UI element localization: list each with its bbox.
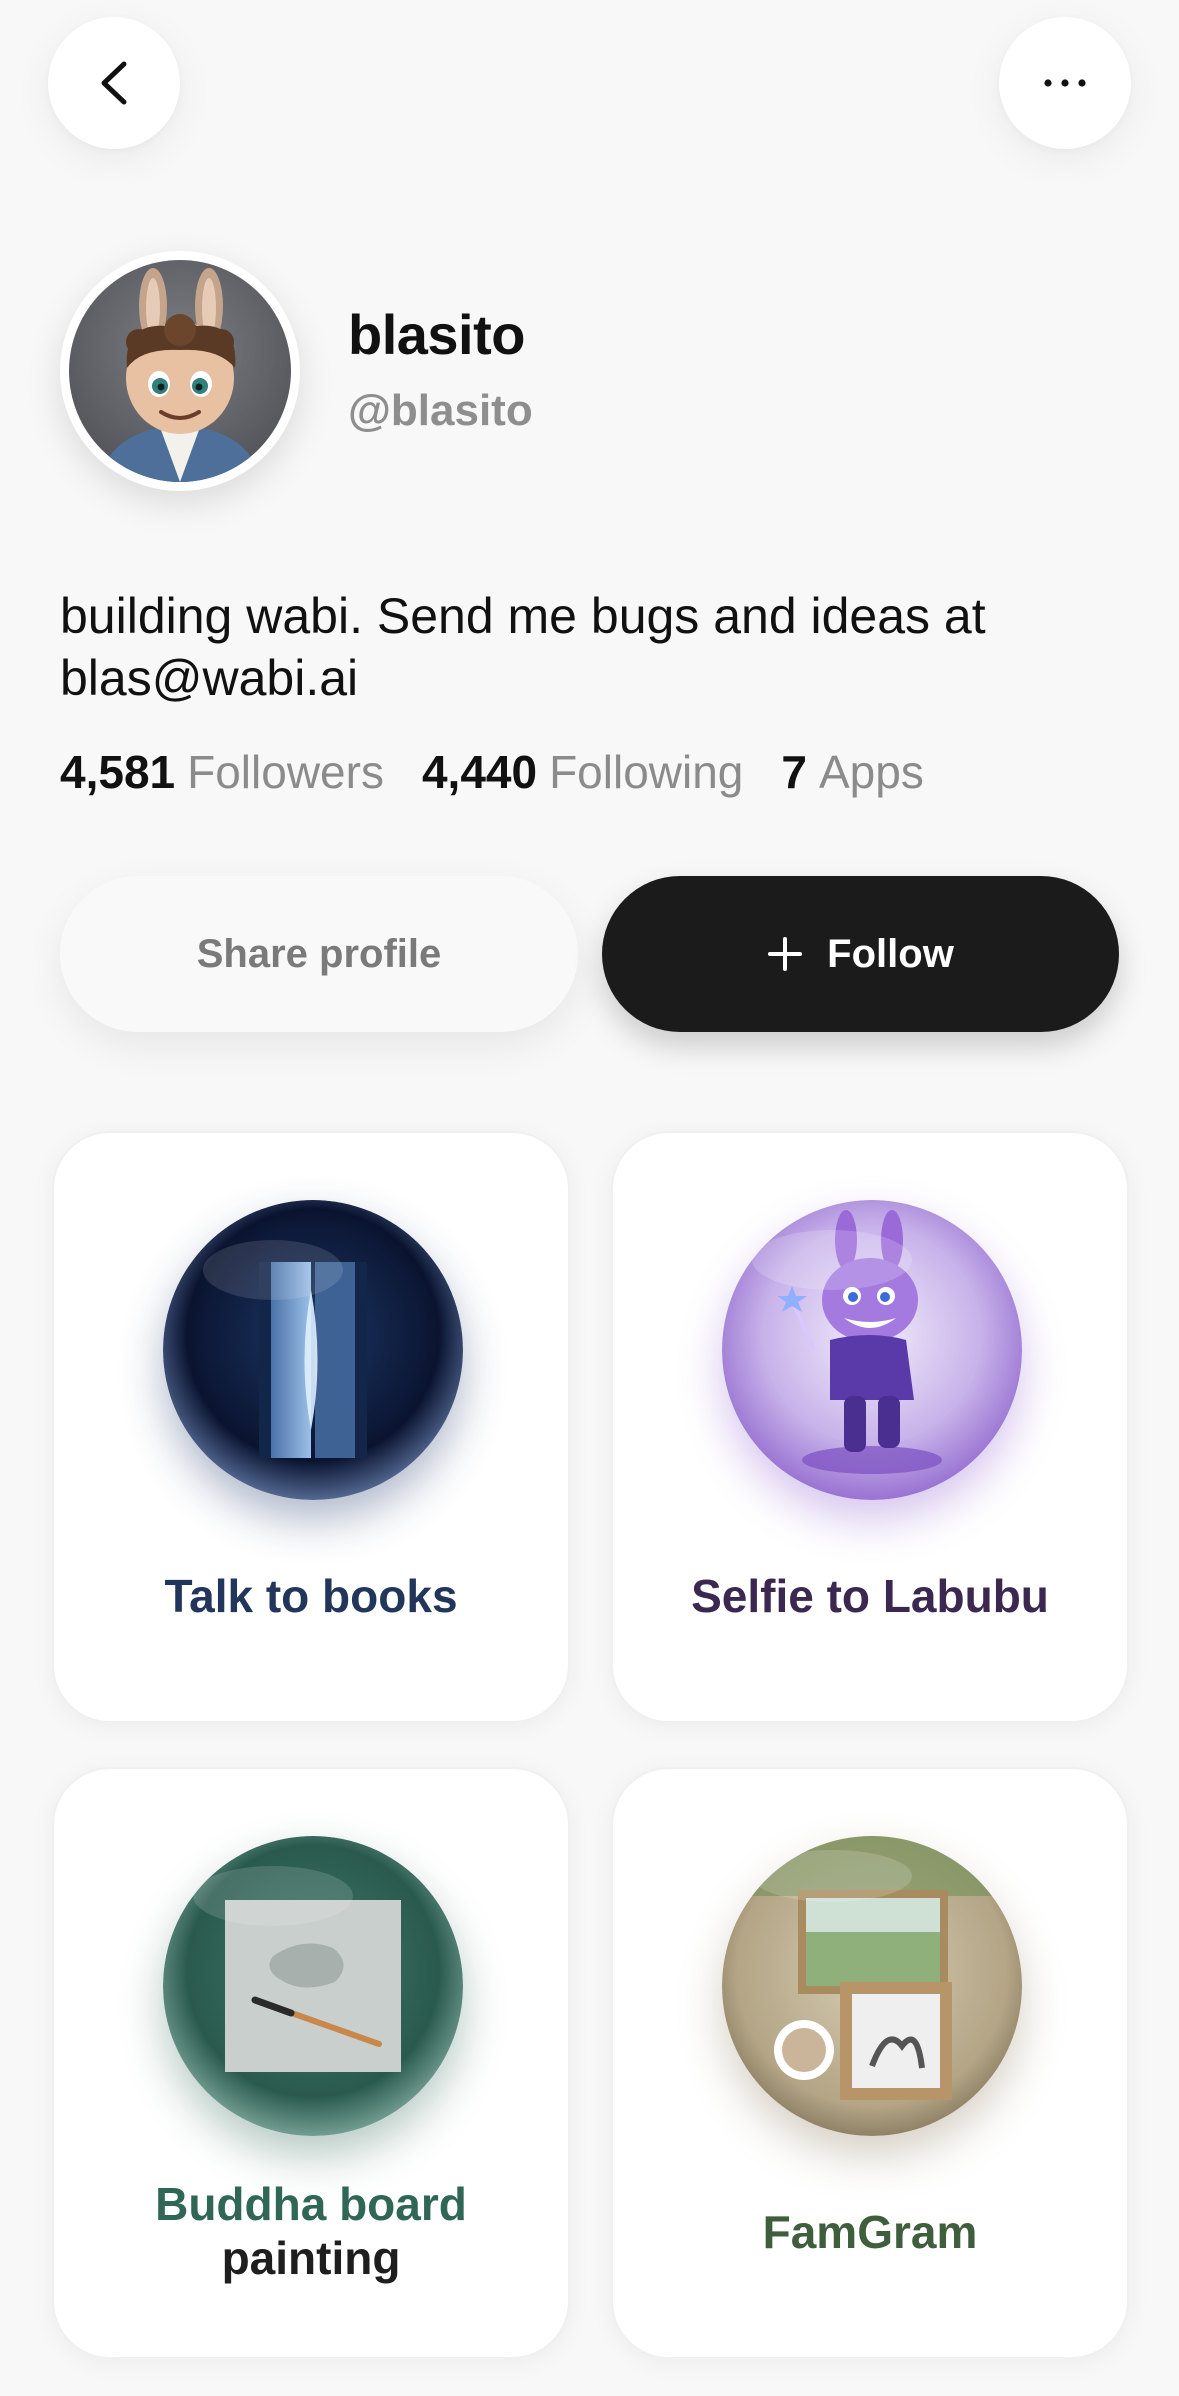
app-title-famgram: FamGram [762,2206,978,2258]
profile-bio: building wabi. Send me bugs and ideas at… [60,588,986,706]
more-horizontal-icon [1044,79,1086,87]
follow-button[interactable]: Follow [602,876,1119,1032]
profile-stats: 4,581 Followers 4,440 Following 7 Apps [60,745,962,799]
follow-label: Follow [827,931,954,976]
followers-label: Followers [187,746,384,798]
app-icon-talk-to-books [163,1200,463,1500]
app-card-talk-to-books[interactable]: Talk to books [52,1131,570,1723]
app-title-selfie-to-labubu: Selfie to Labubu [691,1570,1049,1622]
followers-count: 4,581 [60,746,176,798]
following-count: 4,440 [421,746,538,798]
plus-icon [767,936,803,972]
profile-screen: blasito @blasito building wabi. Send me … [0,0,1179,2396]
app-title-line2: painting [221,2232,401,2284]
display-name: blasito [348,303,525,366]
app-title-line1: Buddha board [155,2178,467,2230]
app-title-talk-to-books: Talk to books [164,1570,458,1622]
share-profile-button[interactable]: Share profile [60,876,578,1032]
followers-stat[interactable]: 4,581 Followers [60,745,384,799]
app-card-selfie-to-labubu[interactable]: Selfie to Labubu [611,1131,1129,1723]
avatar[interactable] [60,251,300,491]
avatar-image [69,260,291,482]
chevron-left-icon [101,61,127,105]
app-icon-buddha-board-painting [163,1836,463,2136]
share-profile-label: Share profile [196,931,442,976]
app-icon-famgram [722,1836,1022,2136]
app-card-buddha-board-painting[interactable]: Buddha board painting [52,1767,570,2359]
apps-stat[interactable]: 7 Apps [781,745,923,799]
apps-label: Apps [818,746,924,798]
app-card-famgram[interactable]: FamGram [611,1767,1129,2359]
more-options-button[interactable] [999,17,1131,149]
following-stat[interactable]: 4,440 Following [422,745,743,799]
following-label: Following [549,746,744,798]
apps-count: 7 [781,746,807,798]
username-handle: @blasito [348,386,533,435]
back-button[interactable] [48,17,180,149]
app-icon-selfie-to-labubu [722,1200,1022,1500]
